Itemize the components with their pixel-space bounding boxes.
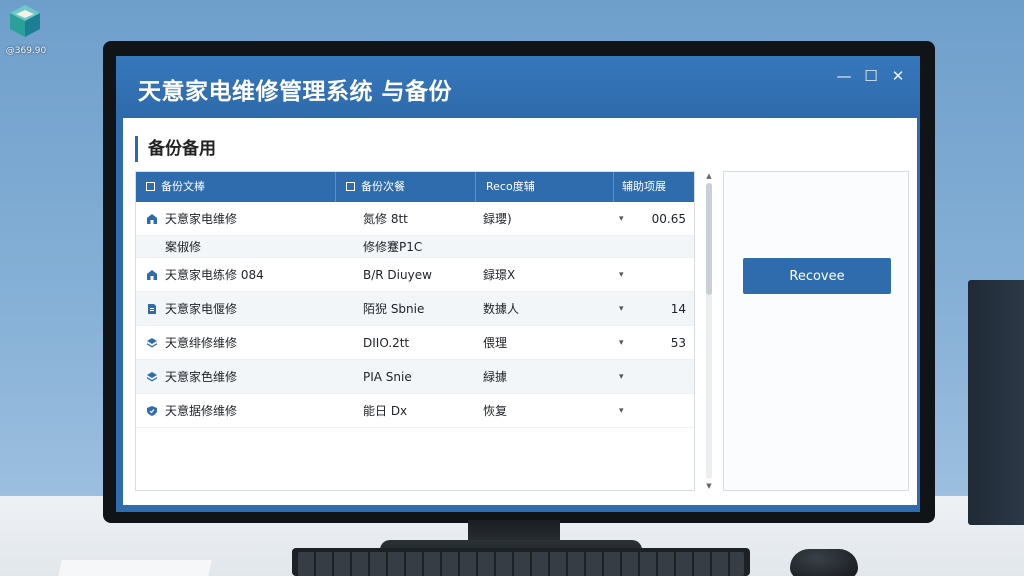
row-value-cell: 53 xyxy=(670,335,686,350)
desktop-shortcut[interactable]: @369.90 xyxy=(4,2,48,60)
column-checkbox[interactable] xyxy=(346,182,355,191)
scroll-up-icon[interactable]: ▲ xyxy=(704,171,714,181)
column-header-recovery[interactable]: Reco度辅 xyxy=(476,172,614,202)
column-header-file[interactable]: 备份文棒 xyxy=(136,172,336,202)
chevron-down-icon[interactable]: ▾ xyxy=(619,258,624,291)
table-scrollbar[interactable]: ▲ ▼ xyxy=(704,171,714,491)
row-count-cell: B/R Diuyew xyxy=(363,267,432,282)
column-header-file-label: 备份文棒 xyxy=(161,180,205,193)
row-name-cell: 天意家电维修 xyxy=(146,202,237,235)
row-recovery-cell: 緑據 xyxy=(483,370,508,384)
chevron-down-icon[interactable]: ▾ xyxy=(619,326,624,359)
row-name-label: 天意家电维修 xyxy=(165,212,238,226)
app-cube-icon xyxy=(10,5,40,37)
keyboard-keys xyxy=(298,552,744,576)
table-row[interactable]: 天意家电练修 084 B/R Diuyew 録璟X ▾ xyxy=(136,258,694,292)
row-count-cell: 氮修 8tt xyxy=(363,212,408,226)
scroll-track[interactable] xyxy=(706,183,712,479)
backup-table: 备份文棒 备份次餐 Reco度辅 辅助项展 天意家电维修 氮修 8tt 録瓔) ▾ 00… xyxy=(135,171,695,491)
row-count-cell: PIA Snie xyxy=(363,369,412,384)
section-title: 备份备用 xyxy=(135,136,216,162)
row-name-cell: 天意绯修维修 xyxy=(146,326,237,359)
speaker xyxy=(968,280,1024,525)
window-titlebar: 天意家电维修管理系统 与备份 — ☐ ✕ xyxy=(116,56,920,118)
window-title: 天意家电维修管理系统 与备份 xyxy=(138,79,453,105)
chevron-down-icon[interactable]: ▾ xyxy=(619,202,624,235)
desktop-shortcut-label: @369.90 xyxy=(5,46,47,56)
table-row[interactable]: 天意家色维修 PIA Snie 緑據 ▾ xyxy=(136,360,694,394)
table-row[interactable]: 天意家电维修 氮修 8tt 録瓔) ▾ 00.65 xyxy=(136,202,694,236)
row-value-cell: 00.65 xyxy=(651,211,686,226)
chevron-down-icon[interactable]: ▾ xyxy=(619,394,624,427)
content-area: 备份备用 备份文棒 备份次餐 Reco度辅 辅助项展 天意家电维修 氮修 8tt 録… xyxy=(123,118,917,505)
column-header-count[interactable]: 备份次餐 xyxy=(336,172,476,202)
row-name-cell: 天意家色维修 xyxy=(146,360,237,393)
paper-sheet xyxy=(58,560,212,576)
row-name-label: 天意绯修维修 xyxy=(165,336,238,350)
layers-icon xyxy=(146,337,158,349)
row-recovery-cell: 偎理 xyxy=(483,336,508,350)
row-count-cell: DIIO.2tt xyxy=(363,335,410,350)
row-recovery-cell: 恢复 xyxy=(483,404,508,418)
table-row[interactable]: 天意家电偃修 陌猊 Sbnie 数據人 ▾ 14 xyxy=(136,292,694,326)
select-all-checkbox[interactable] xyxy=(146,182,155,191)
maximize-button[interactable]: ☐ xyxy=(861,66,881,86)
recover-button[interactable]: Recovee xyxy=(743,258,891,294)
row-name-label: 天意家电练修 084 xyxy=(165,268,264,282)
row-name-cell: 天意家电偃修 xyxy=(146,292,237,325)
mouse xyxy=(790,549,858,576)
layers-icon xyxy=(146,371,158,383)
table-row[interactable]: 天意据修维修 能日 Dx 恢复 ▾ xyxy=(136,394,694,428)
row-value-cell: 14 xyxy=(670,301,686,316)
table-row[interactable]: 案俶修 修修蹇P1C xyxy=(136,236,694,258)
app-window: 天意家电维修管理系统 与备份 — ☐ ✕ 备份备用 备份文棒 备份次餐 Reco… xyxy=(116,56,920,512)
row-name-label: 天意据修维修 xyxy=(165,404,238,418)
table-header: 备份文棒 备份次餐 Reco度辅 辅助项展 xyxy=(136,172,694,202)
keyboard xyxy=(292,548,750,576)
action-panel: Recovee xyxy=(723,171,909,491)
row-count-cell: 能日 Dx xyxy=(363,404,408,418)
column-header-extra[interactable]: 辅助项展 xyxy=(614,172,694,202)
table-row[interactable]: 天意绯修维修 DIIO.2tt 偎理 ▾ 53 xyxy=(136,326,694,360)
row-recovery-cell: 録瓔) xyxy=(483,212,512,226)
row-recovery-cell: 録璟X xyxy=(483,268,516,282)
chevron-down-icon[interactable]: ▾ xyxy=(619,292,624,325)
home-icon xyxy=(146,269,158,281)
scroll-down-icon[interactable]: ▼ xyxy=(704,481,714,491)
row-name-cell: 案俶修 xyxy=(165,236,201,257)
column-header-count-label: 备份次餐 xyxy=(361,180,405,193)
row-count-cell: 修修蹇P1C xyxy=(363,240,423,254)
minimize-button[interactable]: — xyxy=(834,66,854,86)
shield-icon xyxy=(146,405,158,417)
row-name-cell: 天意据修维修 xyxy=(146,394,237,427)
row-name-label: 案俶修 xyxy=(165,240,202,254)
row-name-label: 天意家色维修 xyxy=(165,370,238,384)
scroll-thumb[interactable] xyxy=(706,183,712,295)
row-count-cell: 陌猊 Sbnie xyxy=(363,302,425,316)
close-button[interactable]: ✕ xyxy=(888,66,908,86)
row-name-cell: 天意家电练修 084 xyxy=(146,258,264,291)
row-recovery-cell: 数據人 xyxy=(483,302,520,316)
row-name-label: 天意家电偃修 xyxy=(165,302,238,316)
chevron-down-icon[interactable]: ▾ xyxy=(619,360,624,393)
document-icon xyxy=(146,303,158,315)
home-icon xyxy=(146,213,158,225)
